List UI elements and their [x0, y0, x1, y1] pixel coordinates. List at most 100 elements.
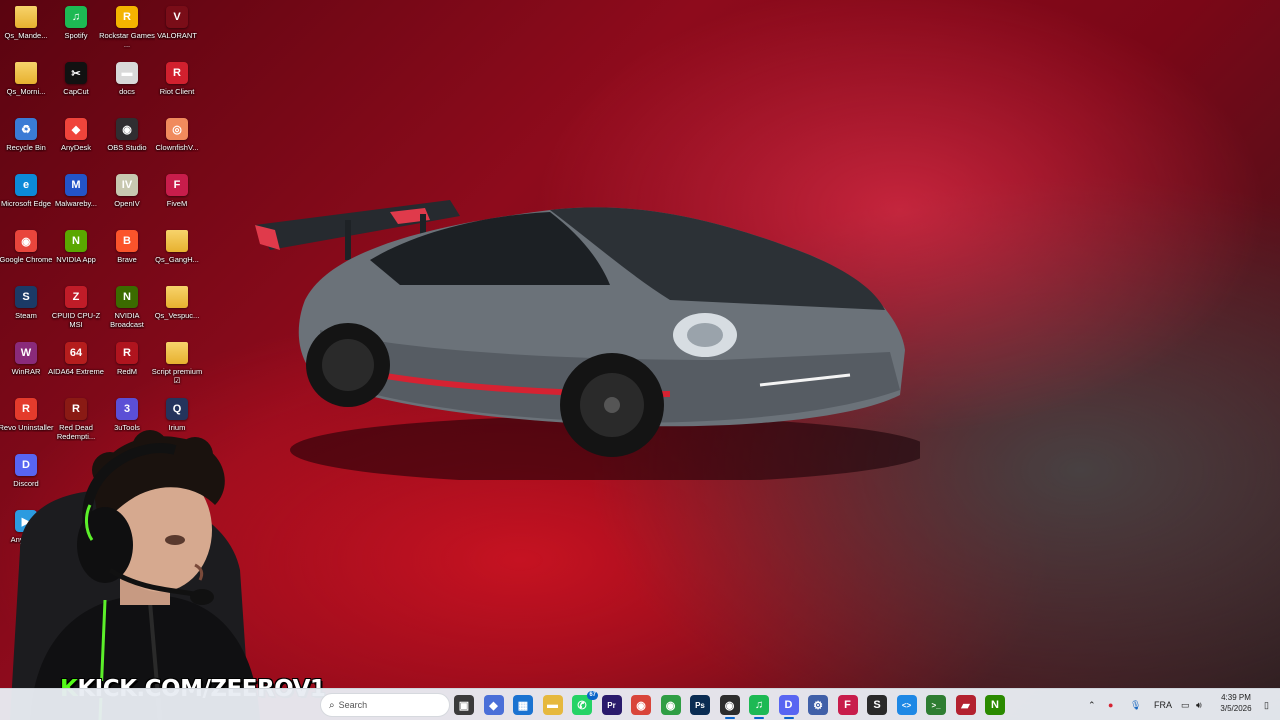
tray-overflow-chevron[interactable]: ⌃ [1088, 689, 1096, 720]
desktop-icon-label: Qs_Morni... [6, 87, 46, 96]
desktop-icon-nvidia-broadcast[interactable]: N NVIDIA Broadcast [101, 286, 153, 340]
clock-date: 3/5/2026 [1220, 704, 1252, 713]
desktop-icon-capcut[interactable]: ✂ CapCut [50, 62, 102, 116]
desktop-icon-rockstar-games[interactable]: R Rockstar Games ... [99, 6, 155, 60]
folder-icon [15, 62, 37, 84]
clock-time: 4:39 PM [1221, 693, 1251, 702]
taskbar-chrome[interactable]: ◉ [631, 695, 651, 715]
desktop-icon-steam[interactable]: S Steam [0, 286, 52, 340]
chevron-up-icon: ⌃ [1088, 699, 1096, 710]
taskbar: ⌕ Search ▣ ◆ ▦ ▬ ✆ 67 Pr ◉ ◉ Ps ◉ ♫ D ⚙ F S <> >_ ▰ N ⌃ ● 🎙… [0, 688, 1280, 720]
desktop-icon-label: Malwareby... [55, 199, 97, 208]
taskbar-network-tool[interactable]: ⚙ [808, 695, 828, 715]
folder-icon [166, 342, 188, 364]
taskbar-discord[interactable]: D [778, 695, 799, 719]
ethereum-app-icon: ◆ [489, 699, 498, 712]
language-indicator[interactable]: FRA [1154, 689, 1172, 720]
docs-icon: ▬ [116, 62, 138, 84]
fivem-icon: F [844, 699, 851, 711]
taskbar-file-explorer[interactable]: ▬ [542, 695, 563, 715]
taskbar-whatsapp[interactable]: ✆ 67 [572, 691, 598, 715]
taskbar-store[interactable]: ▦ [513, 695, 533, 715]
desktop-icon-spotify[interactable]: ♫ Spotify [50, 6, 102, 60]
desktop-icon-clownfishv[interactable]: ◎ ClownfishV... [151, 118, 203, 172]
taskbar-clock[interactable]: 4:39 PM 3/5/2026 [1212, 692, 1260, 714]
taskbar-premiere-pro[interactable]: Pr [601, 695, 622, 715]
microphone-tray[interactable]: 🎙︎ [1130, 689, 1141, 720]
desktop-icon-google-chrome[interactable]: ◉ Google Chrome [0, 230, 52, 284]
desktop-icon-label: RedM [116, 367, 137, 376]
nvidia-icon: N [991, 699, 999, 711]
network-tool-icon: ⚙ [813, 699, 823, 712]
wallpaper-car [255, 200, 920, 480]
taskbar-nvidia[interactable]: N [985, 695, 1005, 715]
desktop-icon-nvidia-app[interactable]: N NVIDIA App [50, 230, 102, 284]
desktop-icon-label: FiveM [166, 199, 188, 208]
notification-badge: 67 [587, 691, 598, 700]
desktop-icon-label: NVIDIA App [56, 255, 96, 264]
taskbar-terminal[interactable]: >_ [926, 695, 946, 715]
desktop-icon-riot-client[interactable]: R Riot Client [151, 62, 203, 116]
desktop-icon-label: CapCut [63, 87, 89, 96]
desktop-icon-qs-morni[interactable]: Qs_Morni... [0, 62, 52, 116]
desktop-icon-aida64-extreme[interactable]: 64 AIDA64 Extreme [48, 342, 104, 396]
taskbar-steam[interactable]: S [867, 695, 887, 715]
desktop-icon-qs-mande[interactable]: Qs_Mande... [0, 6, 52, 60]
search-icon: ⌕ [329, 699, 335, 711]
desktop-icon-obs-studio[interactable]: ◉ OBS Studio [101, 118, 153, 172]
discord-icon: D [784, 699, 793, 711]
taskbar-vscode[interactable]: <> [896, 695, 917, 715]
folder-icon [166, 230, 188, 252]
notifications-tray[interactable]: ▯ [1264, 689, 1269, 720]
capcut-icon: ✂ [65, 62, 87, 84]
desktop-icon-label: AIDA64 Extreme [48, 367, 104, 376]
taskbar-search-box[interactable]: ⌕ Search [320, 693, 450, 717]
desktop-icon-label: docs [119, 87, 135, 96]
openiv-icon: IV [116, 174, 138, 196]
desktop-icon-recycle-bin[interactable]: ♻ Recycle Bin [0, 118, 52, 172]
taskbar-ethereum-app[interactable]: ◆ [483, 695, 504, 715]
premiere-pro-icon: Pr [607, 700, 616, 710]
taskbar-fivem[interactable]: F [837, 695, 858, 715]
rockstar-games-icon: R [116, 6, 138, 28]
nvidia-broadcast-icon: N [116, 286, 138, 308]
desktop-icon-anydesk[interactable]: ◆ AnyDesk [50, 118, 102, 172]
desktop-icon-label: Google Chrome [0, 255, 53, 264]
fivem-icon: F [166, 174, 188, 196]
desktop-icon-malwareby[interactable]: M Malwareby... [50, 174, 102, 228]
desktop-icon-valorant[interactable]: V VALORANT [151, 6, 203, 60]
volume-tray[interactable]: 🔊︎ [1196, 689, 1202, 720]
desktop-icon-label: WinRAR [11, 367, 41, 376]
desktop-icon-qs-gangh[interactable]: Qs_GangH... [151, 230, 203, 284]
streamlabs-icon: ▰ [961, 699, 970, 712]
taskbar-obs[interactable]: ◉ [719, 695, 740, 719]
google-chrome-icon: ◉ [15, 230, 37, 252]
revo-uninstaller-icon: R [15, 398, 37, 420]
desktop-icon-label: Recycle Bin [6, 143, 46, 152]
tray-app-red-icon: ● [1108, 700, 1114, 710]
language-code: FRA [1154, 700, 1172, 710]
desktop-icon-winrar[interactable]: W WinRAR [0, 342, 52, 396]
desktop-icon-microsoft-edge[interactable]: e Microsoft Edge [0, 174, 52, 228]
desktop-icon-script-premium[interactable]: Script premium ☑ [151, 342, 203, 396]
network-tray[interactable]: ▭ [1181, 689, 1190, 720]
desktop-icon-fivem[interactable]: F FiveM [151, 174, 203, 228]
microsoft-edge-icon: e [15, 174, 37, 196]
desktop-icon-brave[interactable]: B Brave [101, 230, 153, 284]
taskbar-task-view[interactable]: ▣ [454, 695, 474, 715]
desktop-icon-docs[interactable]: ▬ docs [101, 62, 153, 116]
desktop-icon-redm[interactable]: R RedM [101, 342, 153, 396]
desktop-icon-label: Brave [117, 255, 137, 264]
desktop-icon-qs-vespuc[interactable]: Qs_Vespuc... [151, 286, 203, 340]
anydesk-icon: ◆ [65, 118, 87, 140]
desktop-icon-cpuid-cpu-z-msi[interactable]: Z CPUID CPU-Z MSI [50, 286, 102, 340]
tray-app-icon[interactable]: ● [1108, 689, 1113, 720]
redm-icon: R [116, 342, 138, 364]
taskbar-chrome-alt[interactable]: ◉ [660, 695, 681, 715]
desktop-icon-label: Qs_Mande... [4, 31, 48, 40]
taskbar-streamlabs[interactable]: ▰ [955, 695, 976, 715]
desktop-icon-openiv[interactable]: IV OpenIV [101, 174, 153, 228]
chrome-icon: ◉ [636, 699, 646, 712]
taskbar-spotify[interactable]: ♫ [749, 695, 769, 719]
taskbar-photoshop[interactable]: Ps [690, 695, 710, 715]
